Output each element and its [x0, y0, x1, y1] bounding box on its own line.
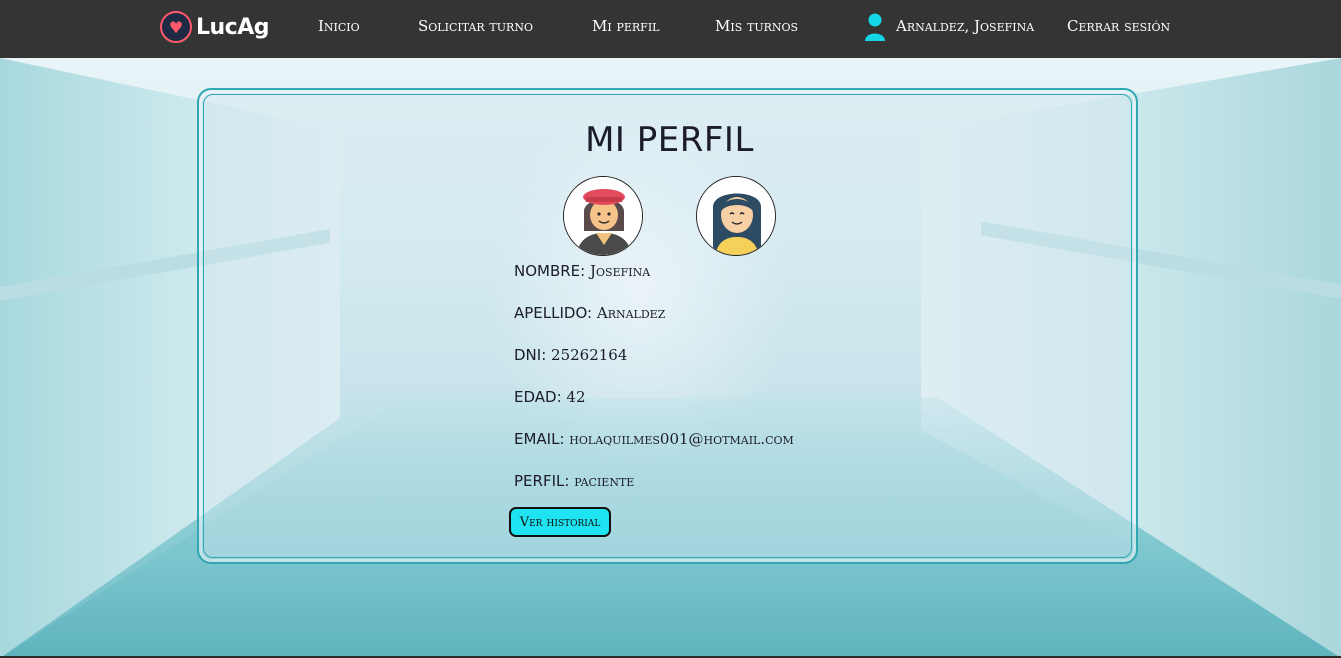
user-icon — [865, 13, 885, 41]
field-dni: DNI: 25262164 — [514, 346, 627, 364]
field-apellido-value: Arnaldez — [596, 304, 666, 322]
field-email-label: EMAIL: — [514, 430, 565, 448]
field-dni-value: 25262164 — [551, 346, 628, 364]
profile-card-inner-border — [203, 94, 1132, 558]
field-perfil: PERFIL: paciente — [514, 472, 634, 490]
user-name-link[interactable]: Arnaldez, Josefina — [896, 17, 1034, 35]
doctor-avatar — [563, 176, 643, 256]
logout-link[interactable]: Cerrar sesión — [1067, 17, 1170, 35]
nav-link-mis-turnos[interactable]: Mis turnos — [715, 17, 798, 35]
heart-logo-icon: ♥ — [160, 11, 192, 43]
field-dni-label: DNI: — [514, 346, 547, 364]
ver-historial-button[interactable]: Ver historial — [509, 507, 611, 537]
brand-name: LucAg — [196, 14, 270, 40]
patient-avatar — [696, 176, 776, 256]
field-edad: EDAD: 42 — [514, 388, 586, 406]
brand-logo[interactable]: ♥ LucAg — [160, 9, 270, 45]
field-edad-value: 42 — [566, 388, 586, 406]
field-perfil-label: PERFIL: — [514, 472, 570, 490]
field-apellido-label: APELLIDO: — [514, 304, 593, 322]
nav-link-solicitar-turno[interactable]: Solicitar turno — [418, 17, 533, 35]
nav-link-mi-perfil[interactable]: Mi perfil — [592, 17, 659, 35]
field-nombre: NOMBRE: Josefina — [514, 262, 650, 280]
field-apellido: APELLIDO: Arnaldez — [514, 304, 665, 322]
doctor-avatar-icon — [564, 177, 642, 255]
field-edad-label: EDAD: — [514, 388, 562, 406]
field-nombre-label: NOMBRE: — [514, 262, 586, 280]
page-title: MI PERFIL — [585, 120, 754, 160]
field-nombre-value: Josefina — [590, 262, 651, 280]
field-email: EMAIL: holaquilmes001@hotmail.com — [514, 430, 794, 448]
field-email-value: holaquilmes001@hotmail.com — [569, 430, 794, 448]
nav-link-inicio[interactable]: Inicio — [318, 17, 360, 35]
profile-card: MI PERFIL NOMBRE: Josefina APELLIDO: Arn… — [197, 88, 1138, 564]
patient-avatar-icon — [697, 177, 775, 255]
top-navbar: ♥ LucAg Inicio Solicitar turno Mi perfil… — [0, 0, 1341, 58]
field-perfil-value: paciente — [574, 472, 635, 490]
